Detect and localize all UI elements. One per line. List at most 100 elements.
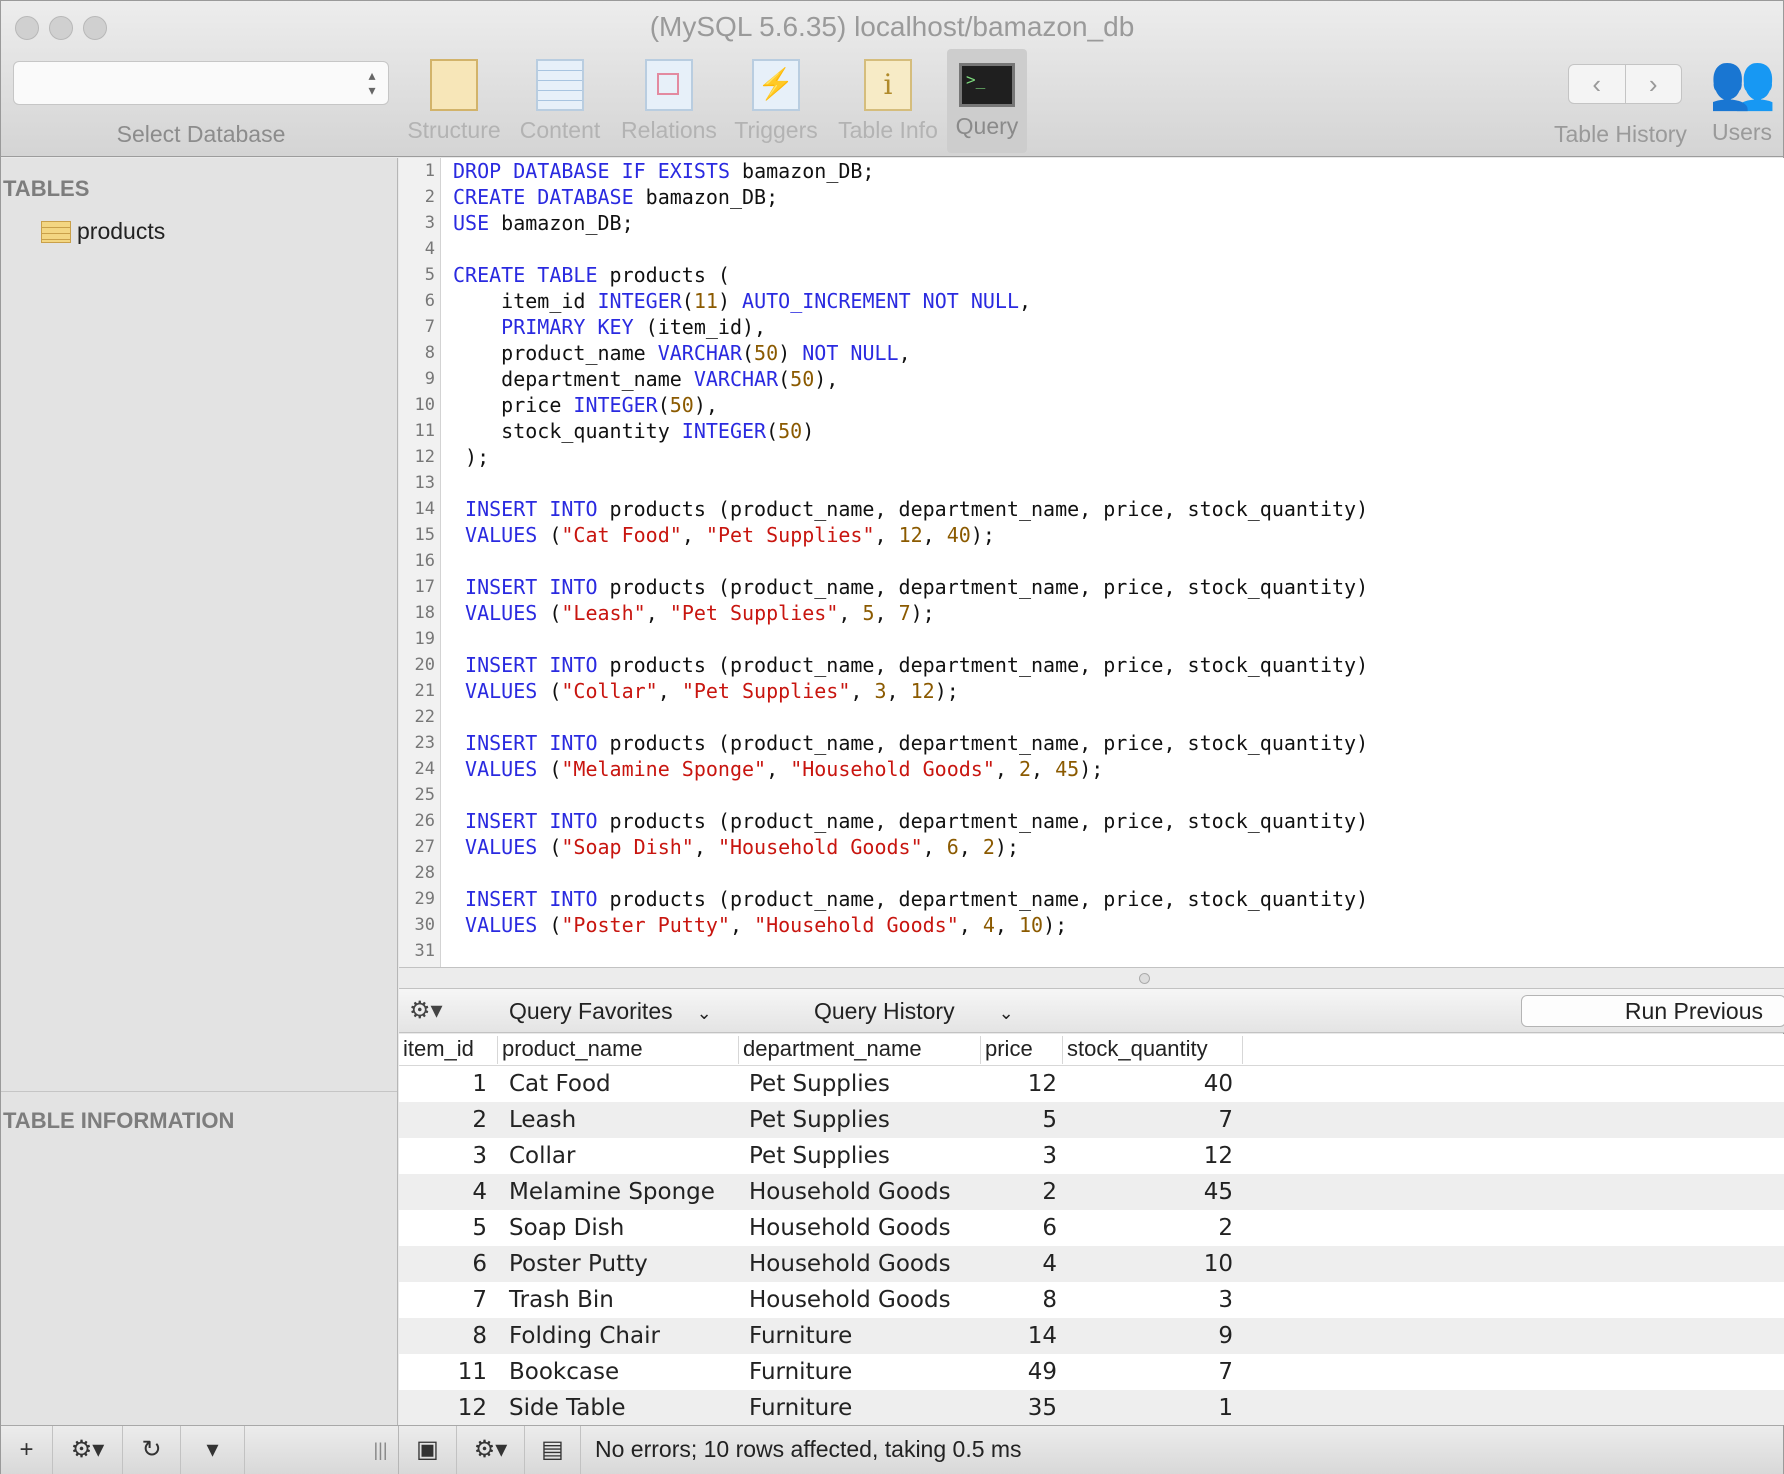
line-number: 20 (414, 655, 435, 675)
table-row[interactable]: 5 Soap Dish Household Goods 6 2 (399, 1210, 1784, 1246)
results-table[interactable]: item_id product_name department_name pri… (399, 1034, 1784, 1425)
table-row[interactable]: 1 Cat Food Pet Supplies 12 40 (399, 1066, 1784, 1102)
query-tab[interactable]: >_ Query (947, 49, 1027, 153)
tables-heading: TABLES (3, 176, 90, 201)
line-number: 15 (414, 525, 435, 545)
cell-product-name: Trash Bin (509, 1287, 614, 1313)
code-line: INSERT INTO products (product_name, depa… (465, 809, 1369, 833)
code-line: VALUES ("Soap Dish", "Household Goods", … (465, 835, 1020, 859)
cell-product-name: Bookcase (509, 1359, 620, 1385)
cell-stock-quantity: 7 (1218, 1359, 1233, 1385)
triggers-tab[interactable]: ⚡ Triggers (727, 49, 825, 153)
column-header-product-name[interactable]: product_name (498, 1036, 739, 1064)
cell-stock-quantity: 3 (1218, 1287, 1233, 1313)
editor-results-splitter[interactable] (399, 967, 1784, 989)
column-header-price[interactable]: price (981, 1036, 1063, 1064)
cell-product-name: Folding Chair (509, 1323, 660, 1349)
cell-department-name: Pet Supplies (749, 1107, 890, 1133)
cell-stock-quantity: 12 (1203, 1143, 1233, 1169)
cell-product-name: Cat Food (509, 1071, 611, 1097)
line-number: 7 (424, 317, 435, 337)
code-line: price INTEGER(50), (453, 393, 718, 417)
users-button[interactable]: 👥 Users (1703, 53, 1781, 146)
cell-price: 6 (1042, 1215, 1057, 1241)
line-number: 22 (414, 707, 435, 727)
table-row[interactable]: 8 Folding Chair Furniture 14 9 (399, 1318, 1784, 1354)
cell-item-id: 7 (472, 1287, 487, 1313)
content-tab[interactable]: Content (509, 49, 611, 153)
cell-price: 35 (1027, 1395, 1057, 1421)
gear-menu-icon[interactable]: ⚙▾ (457, 1426, 525, 1474)
table-row[interactable]: 7 Trash Bin Household Goods 8 3 (399, 1282, 1784, 1318)
status-message: No errors; 10 rows affected, taking 0.5 … (595, 1436, 1022, 1462)
content-grid-icon (536, 59, 584, 111)
splitter-grip-icon[interactable]: ||| (363, 1426, 399, 1474)
line-number: 23 (414, 733, 435, 753)
sidebar-item-products[interactable]: products (41, 218, 165, 245)
table-info-label: Table Info (838, 117, 938, 143)
column-header-item-id[interactable]: item_id (399, 1036, 498, 1064)
table-row[interactable]: 6 Poster Putty Household Goods 4 10 (399, 1246, 1784, 1282)
table-info-tab[interactable]: i Table Info (833, 49, 943, 153)
sidebar-divider[interactable] (1, 1091, 397, 1092)
cell-price: 3 (1042, 1143, 1057, 1169)
table-row[interactable]: 3 Collar Pet Supplies 3 12 (399, 1138, 1784, 1174)
cell-item-id: 11 (457, 1359, 487, 1385)
run-previous-button[interactable]: Run Previous (1521, 995, 1784, 1027)
table-row[interactable]: 2 Leash Pet Supplies 5 7 (399, 1102, 1784, 1138)
table-information-heading: TABLE INFORMATION (3, 1108, 235, 1133)
line-number: 25 (414, 785, 435, 805)
line-number: 27 (414, 837, 435, 857)
line-number: 28 (414, 863, 435, 883)
code-line: USE bamazon_DB; (453, 211, 634, 235)
table-row[interactable]: 11 Bookcase Furniture 49 7 (399, 1354, 1784, 1390)
cell-department-name: Furniture (749, 1323, 853, 1349)
cell-product-name: Leash (509, 1107, 577, 1133)
table-row[interactable]: 4 Melamine Sponge Household Goods 2 45 (399, 1174, 1784, 1210)
triggers-label: Triggers (734, 117, 818, 143)
line-number: 8 (424, 343, 435, 363)
line-number: 5 (424, 265, 435, 285)
app-window: (MySQL 5.6.35) localhost/bamazon_db ▴ ▾ S… (0, 0, 1784, 1474)
query-info-icon[interactable]: ▤ (525, 1426, 581, 1474)
line-number: 2 (424, 187, 435, 207)
code-line: ); (453, 445, 490, 469)
gear-menu-icon[interactable]: ⚙▾ (53, 1426, 123, 1474)
query-favorites-menu[interactable]: Query Favorites ⌄ (509, 998, 712, 1025)
refresh-icon[interactable]: ↻ (123, 1426, 181, 1474)
column-header-stock-quantity[interactable]: stock_quantity (1063, 1036, 1243, 1064)
gear-menu-icon[interactable]: ⚙▾ (409, 996, 443, 1025)
query-history-menu[interactable]: Query History ⌄ (814, 998, 1014, 1025)
forward-arrow-icon[interactable]: › (1626, 65, 1682, 103)
cell-item-id: 3 (472, 1143, 487, 1169)
cell-price: 14 (1027, 1323, 1057, 1349)
query-editor[interactable]: 1 2 3 4 5 6 7 8 9 10 11 12 13 14 15 16 17 18 19 20 21 22 23 24 2… (399, 158, 1784, 967)
results-toolbar: ⚙▾ Query Favorites ⌄ Query History ⌄ Run P… (399, 989, 1784, 1033)
line-number: 16 (414, 551, 435, 571)
content-label: Content (519, 117, 601, 143)
table-icon (41, 220, 71, 243)
cell-item-id: 12 (457, 1395, 487, 1421)
database-select[interactable]: ▴ ▾ (13, 61, 389, 105)
relations-tab[interactable]: Relations (613, 49, 725, 153)
add-table-button[interactable]: + (1, 1426, 53, 1474)
structure-tab[interactable]: Structure (403, 49, 505, 153)
column-header-department-name[interactable]: department_name (739, 1036, 981, 1064)
line-number: 10 (414, 395, 435, 415)
show-editor-icon[interactable]: ▣ (399, 1426, 457, 1474)
select-database-label: Select Database (116, 121, 286, 147)
table-row[interactable]: 12 Side Table Furniture 35 1 (399, 1390, 1784, 1425)
back-arrow-icon[interactable]: ‹ (1569, 65, 1626, 103)
cell-stock-quantity: 45 (1203, 1179, 1233, 1205)
cell-stock-quantity: 7 (1218, 1107, 1233, 1133)
cell-stock-quantity: 40 (1203, 1071, 1233, 1097)
cell-item-id: 8 (472, 1323, 487, 1349)
users-icon: 👥 (1709, 52, 1777, 112)
cell-item-id: 5 (472, 1215, 487, 1241)
line-number: 1 (424, 161, 435, 181)
query-history-label: Query History (814, 998, 955, 1024)
users-label: Users (1711, 119, 1773, 145)
results-header: item_id product_name department_name pri… (399, 1034, 1784, 1066)
line-number: 9 (424, 369, 435, 389)
filter-toggle-icon[interactable]: ▾ (181, 1426, 245, 1474)
